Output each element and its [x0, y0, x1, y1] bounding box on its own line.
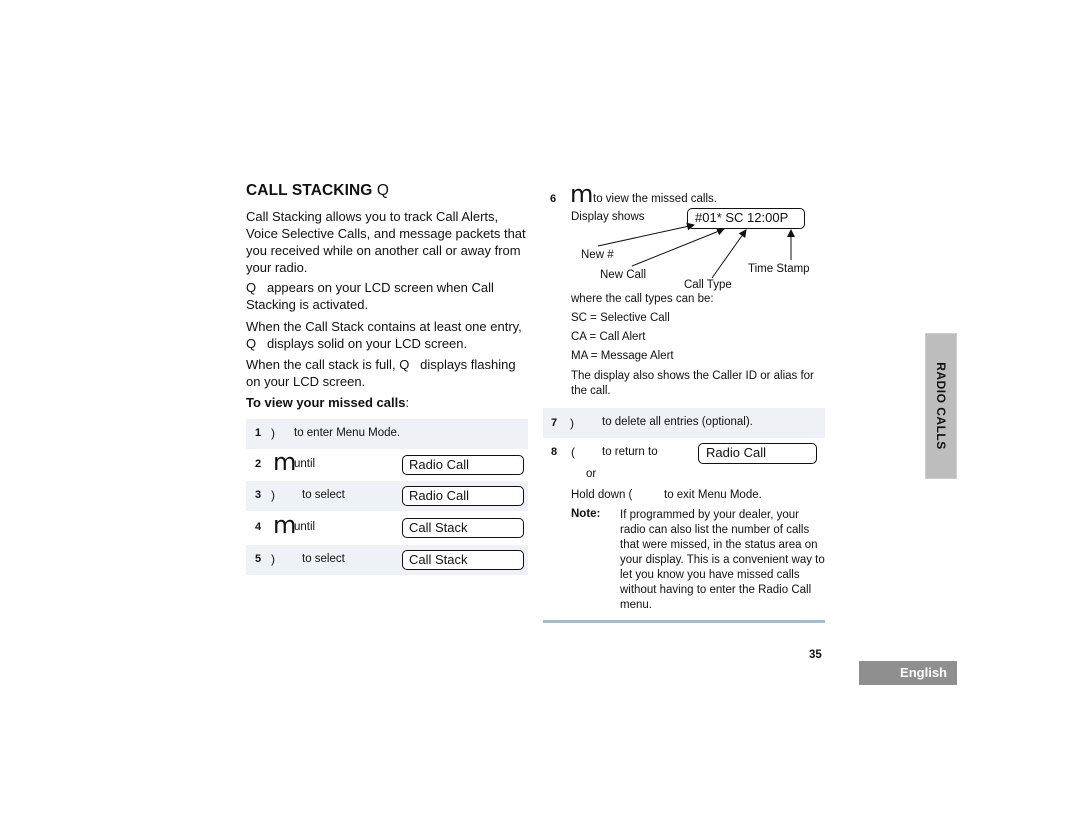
- step-number: 6: [550, 193, 557, 205]
- scroll-button-icon: m: [273, 511, 296, 539]
- menu-select-button-icon: ): [271, 426, 275, 440]
- menu-select-button-icon: ): [570, 416, 574, 430]
- page-number: 35: [809, 649, 822, 661]
- step-text: to enter Menu Mode.: [294, 427, 401, 439]
- arrow-new-number: [597, 222, 695, 247]
- activated-paragraph: Q appears on your LCD screen when Call S…: [246, 280, 494, 312]
- step-row: 7 ) to delete all entries (optional).: [543, 408, 825, 438]
- callout-new-number: New #: [581, 249, 614, 261]
- lcd-display: Radio Call: [402, 455, 524, 475]
- step-text: to delete all entries (optional).: [602, 416, 753, 428]
- step-text: until: [294, 458, 316, 470]
- procedure-heading: To view your missed calls:: [246, 395, 410, 410]
- chapter-tab: RADIO CALLS: [925, 333, 957, 479]
- call-type-item: CA = Call Alert: [571, 331, 646, 343]
- scroll-button-icon: m: [273, 448, 296, 476]
- hold-down-text: Hold down (: [571, 489, 633, 501]
- lcd-display: Call Stack: [402, 518, 524, 538]
- step-text: to select: [302, 553, 345, 565]
- step-number: 1: [255, 427, 262, 439]
- step-row: 5 ) to select Call Stack: [246, 545, 528, 575]
- menu-select-button-icon: ): [271, 552, 275, 566]
- section-title: CALL STACKING: [246, 182, 373, 199]
- menu-select-button-icon: ): [271, 488, 275, 502]
- types-intro: where the call types can be:: [571, 293, 714, 305]
- arrow-call-type: [711, 229, 747, 279]
- solid-paragraph: When the Call Stack contains at least on…: [246, 319, 522, 351]
- call-stack-icon: Q: [399, 357, 410, 372]
- call-type-item: SC = Selective Call: [571, 312, 670, 324]
- arrow-new-call: [631, 227, 725, 267]
- callout-new-call: New Call: [600, 269, 647, 281]
- step-text: to select: [302, 489, 345, 501]
- step-number: 8: [551, 446, 558, 458]
- step-number: 2: [255, 458, 262, 470]
- language-tab: English: [859, 661, 957, 685]
- call-stack-icon: Q: [246, 280, 257, 295]
- note-text: If programmed by your dealer, your radio…: [620, 509, 825, 611]
- call-stack-icon: Q: [376, 182, 390, 199]
- or-text: or: [586, 468, 597, 480]
- call-stack-icon: Q: [246, 336, 257, 351]
- step-text: to return to: [602, 446, 658, 458]
- caller-id-text: The display also shows the Caller ID or …: [571, 370, 814, 397]
- step-text: until: [294, 521, 316, 533]
- lcd-display: Call Stack: [402, 550, 524, 570]
- lcd-display: Radio Call: [402, 486, 524, 506]
- step-number: 7: [551, 417, 558, 429]
- step-row: 4 m until Call Stack: [246, 511, 528, 543]
- call-type-item: MA = Message Alert: [571, 350, 674, 362]
- step-number: 4: [255, 521, 262, 533]
- step-number: 5: [255, 553, 262, 565]
- step-number: 3: [255, 489, 262, 501]
- full-paragraph: When the call stack is full, Q displays …: [246, 357, 516, 389]
- display-diagram: Display shows #01* SC 12:00P New # New C…: [570, 200, 830, 300]
- step-row: 1 ) to enter Menu Mode.: [246, 419, 528, 449]
- note-label: Note:: [571, 508, 601, 520]
- exit-menu-text: to exit Menu Mode.: [664, 489, 762, 501]
- intro-paragraph: Call Stacking allows you to track Call A…: [246, 209, 526, 275]
- lcd-display: Radio Call: [698, 443, 817, 464]
- section-heading: CALL STACKING Q: [246, 182, 389, 200]
- callout-time-stamp: Time Stamp: [748, 263, 810, 275]
- home-button-icon: (: [571, 445, 575, 459]
- chapter-tab-label: RADIO CALLS: [934, 362, 948, 450]
- step-row: 2 m until Radio Call: [246, 448, 528, 480]
- step-row: 3 ) to select Radio Call: [246, 481, 528, 511]
- section-divider: [543, 620, 825, 623]
